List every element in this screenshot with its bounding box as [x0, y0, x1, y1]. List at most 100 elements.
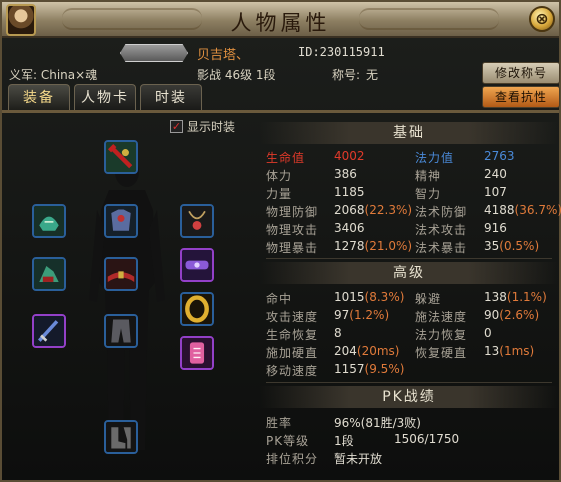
stat-value: 1157	[334, 362, 365, 376]
stat-value: 1278	[334, 239, 365, 253]
stat-value: 1015	[334, 290, 365, 304]
helmet-slot[interactable]	[32, 204, 66, 238]
stat-label: 命中	[266, 292, 293, 306]
stat-label: 恢复硬直	[415, 346, 468, 360]
stat-mp: 法力值	[415, 149, 454, 166]
tab-divider	[2, 110, 559, 113]
win-rate-value: 96%(81胜/3败)	[334, 416, 421, 430]
offhand-slot[interactable]	[32, 314, 66, 348]
stat-value-group: 4188(36.7%)	[484, 203, 561, 217]
stat-percent: (1.1%)	[506, 290, 547, 304]
stat-value-group: 204(20ms)	[334, 344, 399, 358]
pk-rank-label: PK等级	[266, 434, 310, 448]
stat-value-group: 35(0.5%)	[484, 239, 539, 253]
ring-slot[interactable]	[180, 292, 214, 326]
stat-value-group: 1278(21.0%)	[334, 239, 412, 253]
helmet-icon	[34, 206, 64, 236]
stat-label: 体力	[266, 169, 293, 183]
red-weapon-icon	[106, 142, 136, 172]
stat-percent: (0.5%)	[499, 239, 540, 253]
necklace-icon	[182, 206, 212, 236]
stat-percent: (22.3%)	[364, 203, 413, 217]
ranking-points-value: 暂未开放	[334, 452, 383, 466]
close-button[interactable]: ⊗	[529, 6, 555, 32]
gloves-icon	[34, 259, 64, 289]
character-silhouette	[89, 157, 165, 450]
stat-value: 4188	[484, 203, 515, 217]
tab-bar: 装备 人物卡 时装	[8, 84, 202, 110]
pk-rank-value: 1段	[334, 434, 354, 448]
stat-label: 智力	[415, 187, 442, 201]
stat-percent: (36.7%)	[514, 203, 561, 217]
weapon-slot[interactable]	[104, 140, 138, 174]
stat-label: 物理攻击	[266, 223, 319, 237]
gold-ring-icon	[182, 294, 212, 324]
stat-percent: (20ms)	[356, 344, 400, 358]
tab-character-card[interactable]: 人物卡	[74, 84, 136, 110]
pants-icon	[106, 316, 136, 346]
stat-value: 97	[334, 308, 350, 322]
title-bar[interactable]: 人物属性 ⊗	[2, 2, 559, 38]
tab-fashion[interactable]: 时装	[140, 84, 202, 110]
character-name: 贝吉塔、	[197, 48, 250, 63]
necklace-slot[interactable]	[180, 204, 214, 238]
stat-value: 8	[334, 326, 342, 340]
stat-label: 法力值	[415, 151, 455, 165]
change-title-button[interactable]: 修改称号	[482, 62, 560, 84]
stat-value: 916	[484, 221, 507, 235]
stat-value: 204	[334, 344, 357, 358]
show-fashion-toggle[interactable]: ✓ 显示时装	[170, 118, 235, 135]
stat-value: 1185	[334, 185, 365, 199]
stat-value-group: 2068(22.3%)	[334, 203, 412, 217]
stat-label: 法术防御	[415, 205, 468, 219]
stat-value: 35	[484, 239, 500, 253]
chest-armor-icon	[106, 206, 136, 236]
stat-value: 3406	[334, 221, 365, 235]
gloves-slot[interactable]	[32, 257, 66, 291]
armor-slot[interactable]	[104, 204, 138, 238]
advanced-section-header: 高级	[260, 262, 558, 284]
pants-slot[interactable]	[104, 314, 138, 348]
window-title: 人物属性	[230, 11, 331, 35]
title-value: 无	[366, 68, 379, 82]
stat-label: 施加硬直	[266, 346, 319, 360]
bracelet-slot[interactable]	[180, 248, 214, 282]
stat-label: 移动速度	[266, 364, 319, 378]
rank-emblem-button[interactable]	[120, 44, 188, 62]
section-divider	[266, 382, 552, 383]
stat-label: 生命恢复	[266, 328, 319, 342]
show-fashion-label: 显示时装	[187, 120, 236, 134]
tab-equipment[interactable]: 装备	[8, 84, 70, 110]
stat-label: 生命值	[266, 151, 306, 165]
character-id: ID:230115911	[298, 45, 385, 59]
ranking-points-label: 排位积分	[266, 452, 319, 466]
stat-percent: (1ms)	[499, 344, 535, 358]
checkbox-checked-icon[interactable]: ✓	[170, 120, 183, 133]
stat-value: 107	[484, 185, 507, 199]
stat-percent: (9.5%)	[364, 362, 405, 376]
stat-label: 躲避	[415, 292, 442, 306]
stat-label: 攻击速度	[266, 310, 319, 324]
stat-value-group: 138(1.1%)	[484, 290, 547, 304]
stat-label: 物理防御	[266, 205, 319, 219]
stat-value: 240	[484, 167, 507, 181]
stat-percent: (8.3%)	[364, 290, 405, 304]
pk-section-header: PK战绩	[260, 386, 558, 408]
stat-label: 法术攻击	[415, 223, 468, 237]
basic-section-header: 基础	[260, 122, 558, 144]
stat-hp: 生命值	[266, 149, 305, 166]
belt-slot[interactable]	[104, 257, 138, 291]
guild-label: 义军: China×魂	[9, 68, 98, 82]
stat-value: 90	[484, 308, 500, 322]
stat-label: 力量	[266, 187, 293, 201]
bracelet-icon	[182, 250, 212, 280]
pk-rank-points: 1506/1750	[394, 432, 460, 446]
charm-slot[interactable]	[180, 336, 214, 370]
view-resist-button[interactable]: 查看抗性	[482, 86, 560, 108]
boots-slot[interactable]	[104, 420, 138, 454]
stat-value-group: 1157(9.5%)	[334, 362, 404, 376]
stat-value: 138	[484, 290, 507, 304]
stat-value-group: 1015(8.3%)	[334, 290, 404, 304]
stat-value: 2763	[484, 149, 515, 163]
stat-value-group: 13(1ms)	[484, 344, 534, 358]
